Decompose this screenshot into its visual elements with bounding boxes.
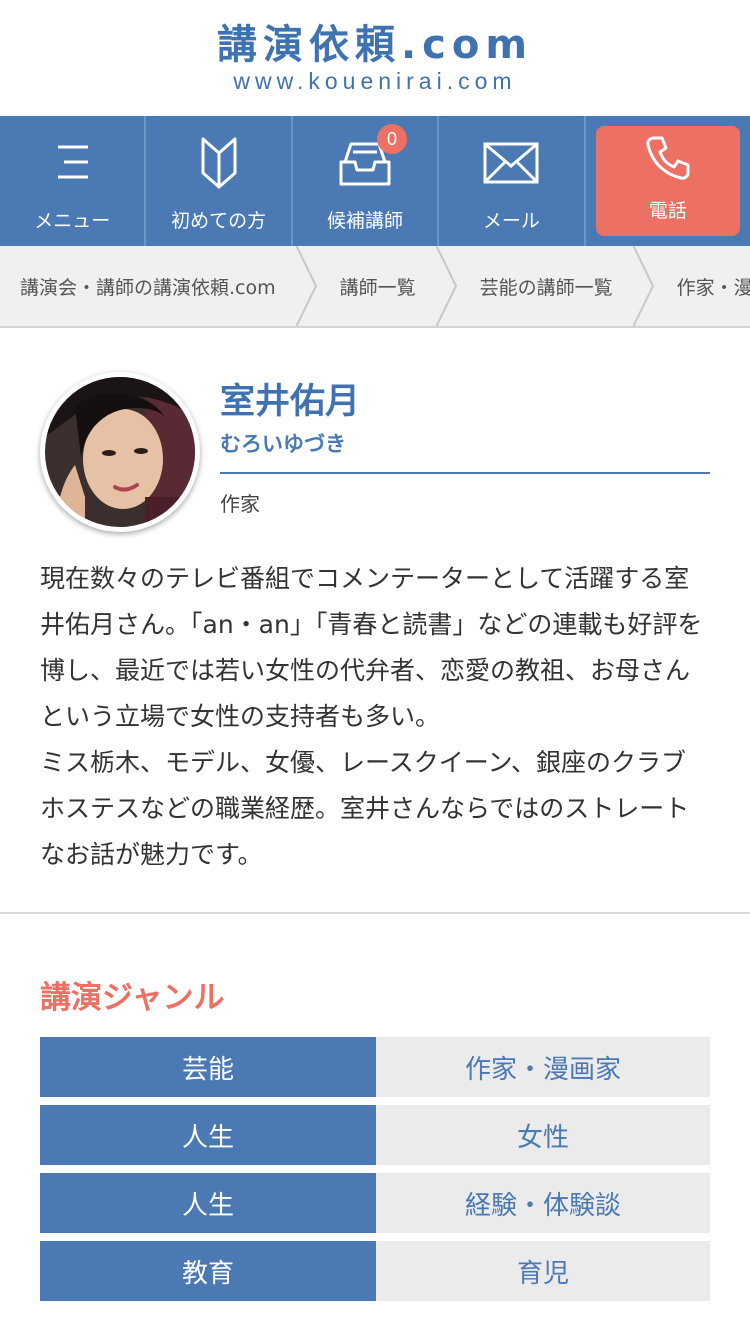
lecture-genre-section: 講演ジャンル 芸能 作家・漫画家 人生 女性 人生 経験・体験談 教育 育児 — [0, 914, 750, 1301]
breadcrumb-item-writers[interactable]: 作家・漫画家の講師一覧 — [657, 246, 750, 326]
breadcrumb-chevron-icon — [435, 246, 457, 326]
speaker-role: 作家 — [220, 492, 260, 516]
speaker-profile: 室井佑月 むろいゆづき 作家 — [0, 328, 750, 532]
breadcrumb-label: 作家・漫画家の講師一覧 — [676, 276, 750, 299]
genre-category-link[interactable]: 人生 — [40, 1105, 376, 1165]
nav-beginner-label: 初めての方 — [171, 210, 267, 232]
nav-mail-button[interactable]: メール — [439, 116, 586, 246]
speaker-portrait-image — [45, 377, 195, 527]
genre-row: 人生 女性 — [40, 1105, 710, 1165]
candidates-count-badge: 0 — [377, 124, 408, 154]
genre-category-link[interactable]: 教育 — [40, 1241, 376, 1301]
speaker-avatar — [40, 372, 200, 532]
site-logo[interactable]: 講演依頼.com — [217, 23, 533, 67]
beginner-mark-icon — [199, 134, 239, 192]
bio-paragraph: 現在数々のテレビ番組でコメンテーターとして活躍する室井佑月さん。「an・an」「… — [40, 564, 703, 731]
nav-menu-button[interactable]: メニュー — [0, 116, 147, 246]
genre-subcategory-link[interactable]: 女性 — [376, 1105, 710, 1165]
inbox-tray-icon: 0 — [339, 124, 408, 192]
nav-beginner-button[interactable]: 初めての方 — [146, 116, 293, 246]
genre-row: 芸能 作家・漫画家 — [40, 1037, 710, 1097]
speaker-name-kana: むろいゆづき — [220, 428, 710, 474]
breadcrumb-label: 講演会・講師の講演依頼.com — [20, 276, 276, 299]
nav-menu-label: メニュー — [34, 210, 111, 232]
genre-row: 教育 育児 — [40, 1241, 710, 1301]
nav-candidates-label: 候補講師 — [327, 210, 404, 232]
genre-subcategory-link[interactable]: 経験・体験談 — [376, 1173, 710, 1233]
breadcrumb-item-home[interactable]: 講演会・講師の講演依頼.com — [0, 246, 320, 326]
nav-phone-label: 電話 — [648, 200, 687, 222]
breadcrumb-item-entertainment[interactable]: 芸能の講師一覧 — [460, 246, 657, 326]
nav-phone-button[interactable]: 電話 — [595, 126, 741, 236]
site-logo-url: www.kouenirai.com — [233, 68, 517, 94]
nav-mail-label: メール — [482, 210, 540, 232]
breadcrumb-chevron-icon — [295, 246, 317, 326]
genre-subcategory-link[interactable]: 育児 — [376, 1241, 710, 1301]
hamburger-menu-icon — [50, 134, 94, 192]
breadcrumb-label: 講師一覧 — [339, 276, 416, 299]
genre-category-link[interactable]: 芸能 — [40, 1037, 376, 1097]
genre-subcategory-link[interactable]: 作家・漫画家 — [376, 1037, 710, 1097]
speaker-name: 室井佑月 — [220, 382, 361, 422]
speaker-info: 室井佑月 むろいゆづき 作家 — [220, 372, 710, 532]
breadcrumb-item-speakers[interactable]: 講師一覧 — [320, 246, 460, 326]
nav-phone-wrapper: 電話 — [586, 116, 750, 246]
nav-candidates-button[interactable]: 0 候補講師 — [293, 116, 440, 246]
genre-row: 人生 経験・体験談 — [40, 1173, 710, 1233]
bio-paragraph: ミス栃木、モデル、女優、レースクイーン、銀座のクラブホステスなどの職業経歴。室井… — [40, 748, 690, 869]
mail-envelope-icon — [483, 134, 539, 192]
breadcrumb: 講演会・講師の講演依頼.com 講師一覧 芸能の講師一覧 作家・漫画家の講師一覧 — [0, 246, 750, 328]
breadcrumb-chevron-icon — [632, 246, 654, 326]
breadcrumb-label: 芸能の講師一覧 — [479, 276, 613, 299]
speaker-bio: 現在数々のテレビ番組でコメンテーターとして活躍する室井佑月さん。「an・an」「… — [0, 532, 750, 914]
main-nav: メニュー 初めての方 0 候補講師 メール 電話 — [0, 116, 750, 246]
phone-handset-icon — [644, 134, 692, 186]
genre-category-link[interactable]: 人生 — [40, 1173, 376, 1233]
site-header: 講演依頼.com www.kouenirai.com — [0, 0, 750, 116]
genre-heading: 講演ジャンル — [40, 980, 225, 1016]
